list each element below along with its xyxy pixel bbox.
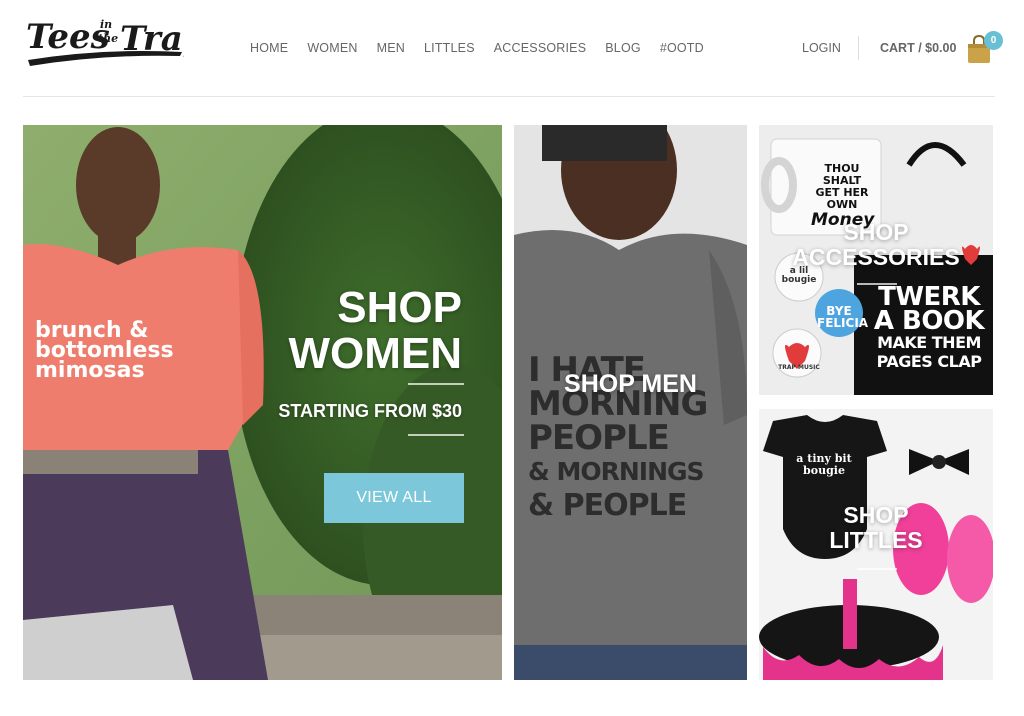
- nav-women[interactable]: WOMEN: [307, 41, 357, 55]
- pin-button-bye-felicia: BYE FELICIA: [817, 304, 869, 330]
- tote-print-line: A BOOK: [873, 306, 985, 336]
- shirt-print-line: & MORNINGS: [528, 457, 705, 486]
- women-shirt-print: brunch & bottomless mimosas: [35, 320, 174, 383]
- onesie-print-line: bougie: [803, 464, 845, 477]
- header-divider: [858, 36, 859, 60]
- heading-divider: [857, 568, 897, 570]
- shop-littles-tile[interactable]: a tiny bit bougie SHOP LITTLES: [759, 409, 993, 680]
- nav-accessories[interactable]: ACCESSORIES: [494, 41, 587, 55]
- site-header: Tees in the Trap HOME WOMEN MEN LITTLES …: [0, 0, 1024, 97]
- view-all-button[interactable]: VIEW ALL: [324, 473, 464, 523]
- cart-count-badge: 0: [984, 31, 1003, 50]
- tote-print-line: PAGES CLAP: [876, 352, 982, 371]
- subtitle-divider: [408, 434, 464, 436]
- cart-link[interactable]: CART / $0.00: [880, 41, 956, 55]
- heading-divider: [857, 283, 897, 285]
- mug-print-line: THOU SHALT: [822, 162, 862, 187]
- shirt-print-line: mimosas: [35, 358, 145, 383]
- mug-print-line: GET HER OWN: [815, 186, 869, 211]
- nav-littles[interactable]: LITTLES: [424, 41, 475, 55]
- shop-women-tile[interactable]: brunch & bottomless mimosas SHOP WOMEN S…: [23, 125, 502, 680]
- shop-accessories-tile[interactable]: THOU SHALT GET HER OWN Money TWERK A BOO…: [759, 125, 993, 395]
- shirt-print-line: & PEOPLE: [528, 488, 687, 523]
- heading-line: WOMEN: [288, 329, 462, 378]
- heading-line: ACCESSORIES: [792, 244, 960, 270]
- shop-accessories-heading: SHOP ACCESSORIES: [759, 220, 993, 270]
- pin-button-trap-music: TRAP MUSIC: [778, 364, 820, 371]
- heading-line: LITTLES: [829, 527, 923, 553]
- heading-line: SHOP: [843, 219, 909, 245]
- svg-text:in: in: [100, 18, 112, 31]
- shop-women-heading: SHOP WOMEN: [202, 285, 462, 377]
- svg-text:the: the: [98, 32, 118, 45]
- header-rule: [23, 96, 995, 97]
- starting-price-text: STARTING FROM $30: [278, 401, 462, 421]
- nav-home[interactable]: HOME: [250, 41, 288, 55]
- shop-littles-heading: SHOP LITTLES: [759, 503, 993, 553]
- nav-ootd[interactable]: #OOTD: [660, 41, 704, 55]
- brand-logo[interactable]: Tees in the Trap: [24, 10, 184, 76]
- heading-line: SHOP: [843, 502, 909, 528]
- nav-blog[interactable]: BLOG: [605, 41, 641, 55]
- heading-divider: [408, 383, 464, 385]
- login-link[interactable]: LOGIN: [802, 41, 841, 55]
- onesie-print: a tiny bit bougie: [779, 453, 869, 477]
- shop-men-heading: SHOP MEN: [564, 370, 697, 398]
- nav-men[interactable]: MEN: [377, 41, 405, 55]
- main-nav: HOME WOMEN MEN LITTLES ACCESSORIES BLOG …: [250, 41, 723, 55]
- tote-print-line: MAKE THEM: [877, 333, 981, 352]
- shirt-print-line: PEOPLE: [528, 418, 670, 458]
- shop-men-tile[interactable]: I HATE MORNING PEOPLE & MORNINGS & PEOPL…: [514, 125, 747, 680]
- tote-print: TWERK A BOOK MAKE THEM PAGES CLAP: [869, 284, 989, 371]
- heading-line: SHOP: [337, 283, 462, 332]
